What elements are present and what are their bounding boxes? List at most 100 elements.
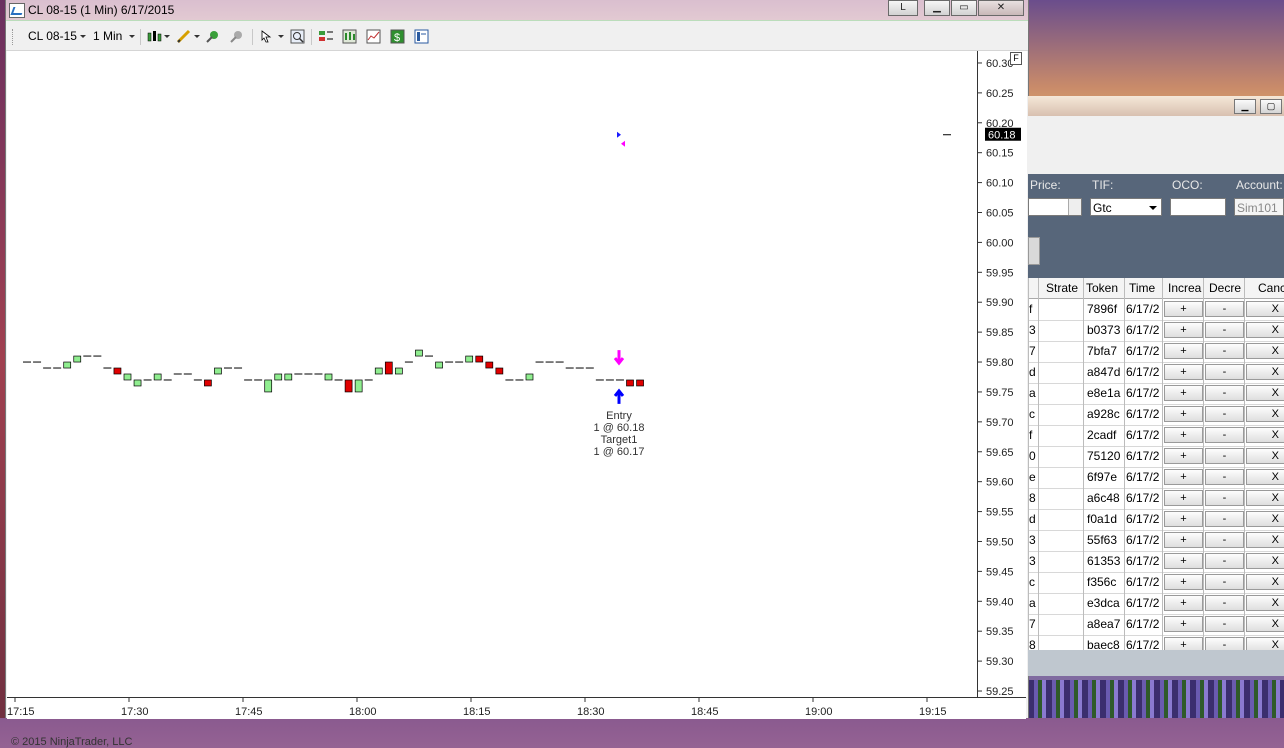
table-row[interactable]: 8 a6c48 6/17/2 + - X [1028, 488, 1284, 510]
decrease-button[interactable]: - [1205, 616, 1244, 632]
submit-button-partial[interactable] [1028, 237, 1040, 265]
time-axis[interactable]: 17:15 17:30 17:45 18:00 18:15 18:30 18:45 19:00… [7, 697, 1026, 719]
decrease-button[interactable]: - [1205, 406, 1244, 422]
decrease-button[interactable]: - [1205, 448, 1244, 464]
interval-chevron-down-icon[interactable] [129, 35, 135, 38]
column-header-token[interactable]: Token [1086, 281, 1124, 295]
increase-button[interactable]: + [1164, 343, 1203, 359]
cancel-button[interactable]: X [1246, 574, 1284, 590]
column-header-time[interactable]: Time [1129, 281, 1159, 295]
interval-selector[interactable]: 1 Min [93, 29, 122, 43]
increase-button[interactable]: + [1164, 448, 1203, 464]
orders-window-title-bar[interactable]: ▁ ▢ [1028, 96, 1284, 116]
table-row[interactable]: 3 55f63 6/17/2 + - X [1028, 530, 1284, 552]
increase-button[interactable]: + [1164, 490, 1203, 506]
strategies-dollar-icon[interactable]: $ [390, 29, 405, 44]
decrease-button[interactable]: - [1205, 511, 1244, 527]
strategy-icon[interactable] [229, 29, 244, 44]
table-row[interactable]: 8 baec8 6/17/2 + - X [1028, 635, 1284, 650]
chart-format-button[interactable]: F [1010, 52, 1022, 65]
add-indicator-icon[interactable] [205, 29, 220, 44]
table-row[interactable]: d f0a1d 6/17/2 + - X [1028, 509, 1284, 531]
table-row[interactable]: 7 a8ea7 6/17/2 + - X [1028, 614, 1284, 636]
table-row[interactable]: c f356c 6/17/2 + - X [1028, 572, 1284, 594]
chart-trader-icon[interactable] [318, 29, 333, 44]
properties-icon[interactable] [414, 29, 429, 44]
table-row[interactable]: c a928c 6/17/2 + - X [1028, 404, 1284, 426]
decrease-button[interactable]: - [1205, 364, 1244, 380]
increase-button[interactable]: + [1164, 595, 1203, 611]
cancel-button[interactable]: X [1246, 595, 1284, 611]
decrease-button[interactable]: - [1205, 301, 1244, 317]
price-spinner-icon[interactable] [1068, 199, 1081, 215]
increase-button[interactable]: + [1164, 364, 1203, 380]
maximize-button[interactable]: ▭ [951, 0, 977, 16]
decrease-button[interactable]: - [1205, 574, 1244, 590]
orders-minimize-button[interactable]: ▁ [1234, 99, 1256, 114]
price-input[interactable] [1028, 198, 1082, 216]
cancel-button[interactable]: X [1246, 511, 1284, 527]
cancel-button[interactable]: X [1246, 637, 1284, 650]
cancel-button[interactable]: X [1246, 406, 1284, 422]
table-row[interactable]: f 2cadf 6/17/2 + - X [1028, 425, 1284, 447]
decrease-button[interactable]: - [1205, 322, 1244, 338]
increase-button[interactable]: + [1164, 553, 1203, 569]
decrease-button[interactable]: - [1205, 343, 1244, 359]
decrease-button[interactable]: - [1205, 595, 1244, 611]
column-header-decrease[interactable]: Decre [1209, 281, 1245, 295]
chart-plot-area[interactable]: Entry 1 @ 60.18 Target1 1 @ 60.17 © 2015 Ni… [7, 51, 977, 748]
increase-button[interactable]: + [1164, 406, 1203, 422]
column-header-cancel[interactable]: Canc [1258, 281, 1284, 295]
column-header-increase[interactable]: Increa [1168, 281, 1204, 295]
decrease-button[interactable]: - [1205, 637, 1244, 650]
title-bar[interactable]: CL 08-15 (1 Min) 6/17/2015 L ▁ ▭ ✕ [6, 0, 1028, 21]
cancel-button[interactable]: X [1246, 490, 1284, 506]
increase-button[interactable]: + [1164, 427, 1203, 443]
cancel-button[interactable]: X [1246, 322, 1284, 338]
instrument-selector[interactable]: CL 08-15 [28, 29, 77, 43]
decrease-button[interactable]: - [1205, 553, 1244, 569]
cursor-chevron-down-icon[interactable] [278, 35, 284, 38]
table-row[interactable]: 3 b0373 6/17/2 + - X [1028, 320, 1284, 342]
column-header-strategy[interactable]: Strate [1046, 281, 1080, 295]
table-row[interactable]: f 7896f 6/17/2 + - X [1028, 299, 1284, 321]
increase-button[interactable]: + [1164, 637, 1203, 650]
orders-maximize-button[interactable]: ▢ [1260, 99, 1282, 114]
table-row[interactable]: a e8e1a 6/17/2 + - X [1028, 383, 1284, 405]
cancel-button[interactable]: X [1246, 553, 1284, 569]
cancel-button[interactable]: X [1246, 343, 1284, 359]
link-button[interactable]: L [888, 0, 918, 16]
increase-button[interactable]: + [1164, 301, 1203, 317]
bar-type-chevron-down-icon[interactable] [164, 35, 170, 38]
cursor-icon[interactable] [260, 29, 275, 44]
cancel-button[interactable]: X [1246, 448, 1284, 464]
cancel-button[interactable]: X [1246, 364, 1284, 380]
decrease-button[interactable]: - [1205, 490, 1244, 506]
decrease-button[interactable]: - [1205, 469, 1244, 485]
draw-pencil-icon[interactable] [176, 29, 191, 44]
table-row[interactable]: d a847d 6/17/2 + - X [1028, 362, 1284, 384]
account-input[interactable]: Sim101 [1234, 198, 1284, 216]
minimize-button[interactable]: ▁ [924, 0, 950, 16]
cancel-button[interactable]: X [1246, 616, 1284, 632]
tif-select[interactable]: Gtc [1090, 198, 1162, 216]
cancel-button[interactable]: X [1246, 385, 1284, 401]
cancel-button[interactable]: X [1246, 469, 1284, 485]
close-button[interactable]: ✕ [978, 0, 1024, 16]
increase-button[interactable]: + [1164, 616, 1203, 632]
table-row[interactable]: 0 75120 6/17/2 + - X [1028, 446, 1284, 468]
decrease-button[interactable]: - [1205, 532, 1244, 548]
table-row[interactable]: e 6f97e 6/17/2 + - X [1028, 467, 1284, 489]
decrease-button[interactable]: - [1205, 427, 1244, 443]
table-row[interactable]: 3 61353 6/17/2 + - X [1028, 551, 1284, 573]
price-axis[interactable]: 60.30 60.25 60.20 60.15 60.10 60.05 60.00 59.95… [977, 51, 1027, 698]
decrease-button[interactable]: - [1205, 385, 1244, 401]
data-series-icon[interactable] [342, 29, 357, 44]
increase-button[interactable]: + [1164, 532, 1203, 548]
increase-button[interactable]: + [1164, 385, 1203, 401]
table-row[interactable]: a e3dca 6/17/2 + - X [1028, 593, 1284, 615]
table-row[interactable]: 7 7bfa7 6/17/2 + - X [1028, 341, 1284, 363]
indicators-icon[interactable] [366, 29, 381, 44]
increase-button[interactable]: + [1164, 322, 1203, 338]
instrument-chevron-down-icon[interactable] [80, 35, 86, 38]
